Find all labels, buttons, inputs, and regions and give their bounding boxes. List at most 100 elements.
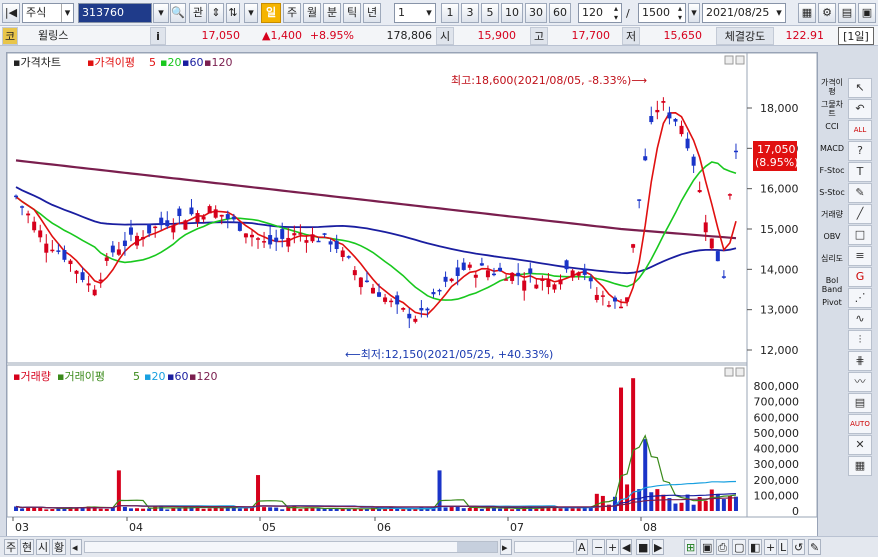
total-input[interactable]: 1500 ▴ ▾	[638, 3, 686, 23]
window-icon[interactable]: ▣	[858, 3, 876, 23]
volume-tick-label: 300,000	[754, 458, 800, 471]
candle-body	[292, 233, 297, 236]
tool-stop[interactable]: ■	[636, 539, 651, 555]
interval-60-button[interactable]: 60	[549, 3, 571, 23]
pencil-icon[interactable]: ✎	[848, 183, 872, 203]
zoom-slider[interactable]	[514, 541, 574, 553]
indicator-obv[interactable]: OBV	[818, 232, 846, 252]
all-icon[interactable]: ALL	[848, 120, 872, 140]
rect-icon[interactable]: □	[848, 225, 872, 245]
auto-icon[interactable]: AUTO	[848, 414, 872, 434]
info-icon[interactable]: i	[150, 27, 166, 45]
vpanel-close-icon[interactable]	[735, 367, 745, 377]
volume-legend-title: ▪거래량	[13, 370, 51, 383]
chart-area[interactable]: 18,00017,00016,00015,00014,00013,00012,0…	[6, 52, 818, 545]
reset-icon[interactable]: ↺	[792, 539, 806, 555]
cursor-icon[interactable]: ↖	[848, 78, 872, 98]
total-dropdown-button[interactable]: ▾	[688, 3, 700, 23]
interval-5-button[interactable]: 5	[481, 3, 499, 23]
candle-body	[183, 220, 188, 230]
tool-plus[interactable]: +	[606, 539, 620, 555]
price-tick-label: 14,000	[760, 263, 799, 276]
period-minute-button[interactable]: 분	[323, 3, 341, 23]
interval-select[interactable]: 1 ▾	[394, 3, 436, 23]
search-icon[interactable]: 🔍	[170, 3, 186, 23]
plus-icon[interactable]: +	[764, 539, 778, 555]
indicator-pivot[interactable]: Pivot	[818, 298, 846, 318]
period-day-button[interactable]: 일	[261, 3, 281, 23]
parallel-icon[interactable]: ≡	[848, 246, 872, 266]
code-dropdown-button[interactable]: ▾	[153, 3, 169, 23]
indicator-psychology[interactable]: 심리도	[818, 254, 846, 274]
tool-a[interactable]: A	[576, 539, 588, 555]
indicator-cci[interactable]: CCI	[818, 122, 846, 142]
interval-10-button[interactable]: 10	[501, 3, 523, 23]
box-icon[interactable]: ▦	[848, 456, 872, 476]
scroll-right-icon[interactable]: ▸	[500, 539, 512, 555]
gear-icon[interactable]: ⚙	[818, 3, 836, 23]
indicator-bollinger[interactable]: Bol Band	[818, 276, 846, 296]
interval-30-button[interactable]: 30	[525, 3, 547, 23]
updown-icon[interactable]: ⇅	[226, 3, 240, 23]
save-icon[interactable]: ▣	[700, 539, 715, 555]
indicator-price-ma[interactable]: 가격이평	[818, 78, 846, 98]
fan-icon[interactable]: ⋰	[848, 288, 872, 308]
candle-body	[328, 241, 333, 245]
indicator-volume[interactable]: 거래량	[818, 210, 846, 230]
color-icon[interactable]: ▤	[848, 393, 872, 413]
period-year-button[interactable]: 년	[363, 3, 381, 23]
fib-icon[interactable]: G	[848, 267, 872, 287]
tab-si[interactable]: 시	[36, 539, 51, 555]
stock-code-input[interactable]: 313760	[78, 3, 152, 23]
text-icon[interactable]: T	[848, 162, 872, 182]
interval-1-button[interactable]: 1	[441, 3, 459, 23]
undo-icon[interactable]: ↶	[848, 99, 872, 119]
panel-close-icon[interactable]	[735, 55, 745, 65]
l-icon[interactable]: L	[778, 539, 789, 555]
tile-icon[interactable]: ▤	[838, 3, 856, 23]
chart-icon[interactable]: ◧	[748, 539, 763, 555]
wave-icon[interactable]: ∿	[848, 309, 872, 329]
back-button[interactable]: |◀	[2, 3, 20, 23]
print-icon[interactable]: ⎙	[716, 539, 729, 555]
delete-icon[interactable]: ✕	[848, 435, 872, 455]
volume-bar	[510, 509, 515, 511]
scroll-icon[interactable]: ⇕	[208, 3, 224, 23]
market-select[interactable]: 주식 ▾	[22, 3, 74, 23]
indicator-f-stoc[interactable]: F-Stoc	[818, 166, 846, 186]
interval-3-button[interactable]: 3	[461, 3, 479, 23]
period-month-button[interactable]: 월	[303, 3, 321, 23]
indicator-macd[interactable]: MACD	[818, 144, 846, 164]
excel-icon[interactable]: ⊞	[684, 539, 698, 555]
period-week-button[interactable]: 주	[283, 3, 301, 23]
window-icon[interactable]: ▢	[732, 539, 747, 555]
tool-minus[interactable]: −	[592, 539, 606, 555]
pen-icon[interactable]: ✎	[808, 539, 822, 555]
tool-prev[interactable]: ◀	[620, 539, 633, 555]
dropdown-icon[interactable]: ▾	[244, 3, 258, 23]
grid-icon[interactable]: ▦	[798, 3, 816, 23]
vpanel-maximize-icon[interactable]	[724, 367, 734, 377]
panel-maximize-icon[interactable]	[724, 55, 734, 65]
tool-next[interactable]: ▶	[652, 539, 665, 555]
tab-hwang[interactable]: 황	[52, 539, 67, 555]
scrollbar-thumb[interactable]	[457, 542, 497, 552]
date-select[interactable]: 2021/08/25 ▾	[702, 3, 786, 23]
tab-ju[interactable]: 주	[4, 539, 19, 555]
bars-icon[interactable]: ⫶	[848, 330, 872, 350]
scroll-left-icon[interactable]: ◂	[70, 539, 82, 555]
zigzag-icon[interactable]: 〰	[848, 372, 872, 392]
vol-legend-120: ▪120	[189, 370, 217, 383]
count-input[interactable]: 120 ▴ ▾	[578, 3, 622, 23]
period-tick-button[interactable]: 틱	[343, 3, 361, 23]
help-icon[interactable]: ?	[848, 141, 872, 161]
candle-body	[135, 235, 140, 246]
indicator-net-chart[interactable]: 그물차트	[818, 100, 846, 120]
horizontal-scrollbar[interactable]	[84, 541, 498, 553]
tab-hyun[interactable]: 현	[20, 539, 35, 555]
gwan-button[interactable]: 관	[189, 3, 207, 23]
line-icon[interactable]: ╱	[848, 204, 872, 224]
grid-icon[interactable]: ⋕	[848, 351, 872, 371]
indicator-s-stoc[interactable]: S-Stoc	[818, 188, 846, 208]
stock-chart-svg[interactable]: 18,00017,00016,00015,00014,00013,00012,0…	[7, 53, 817, 544]
